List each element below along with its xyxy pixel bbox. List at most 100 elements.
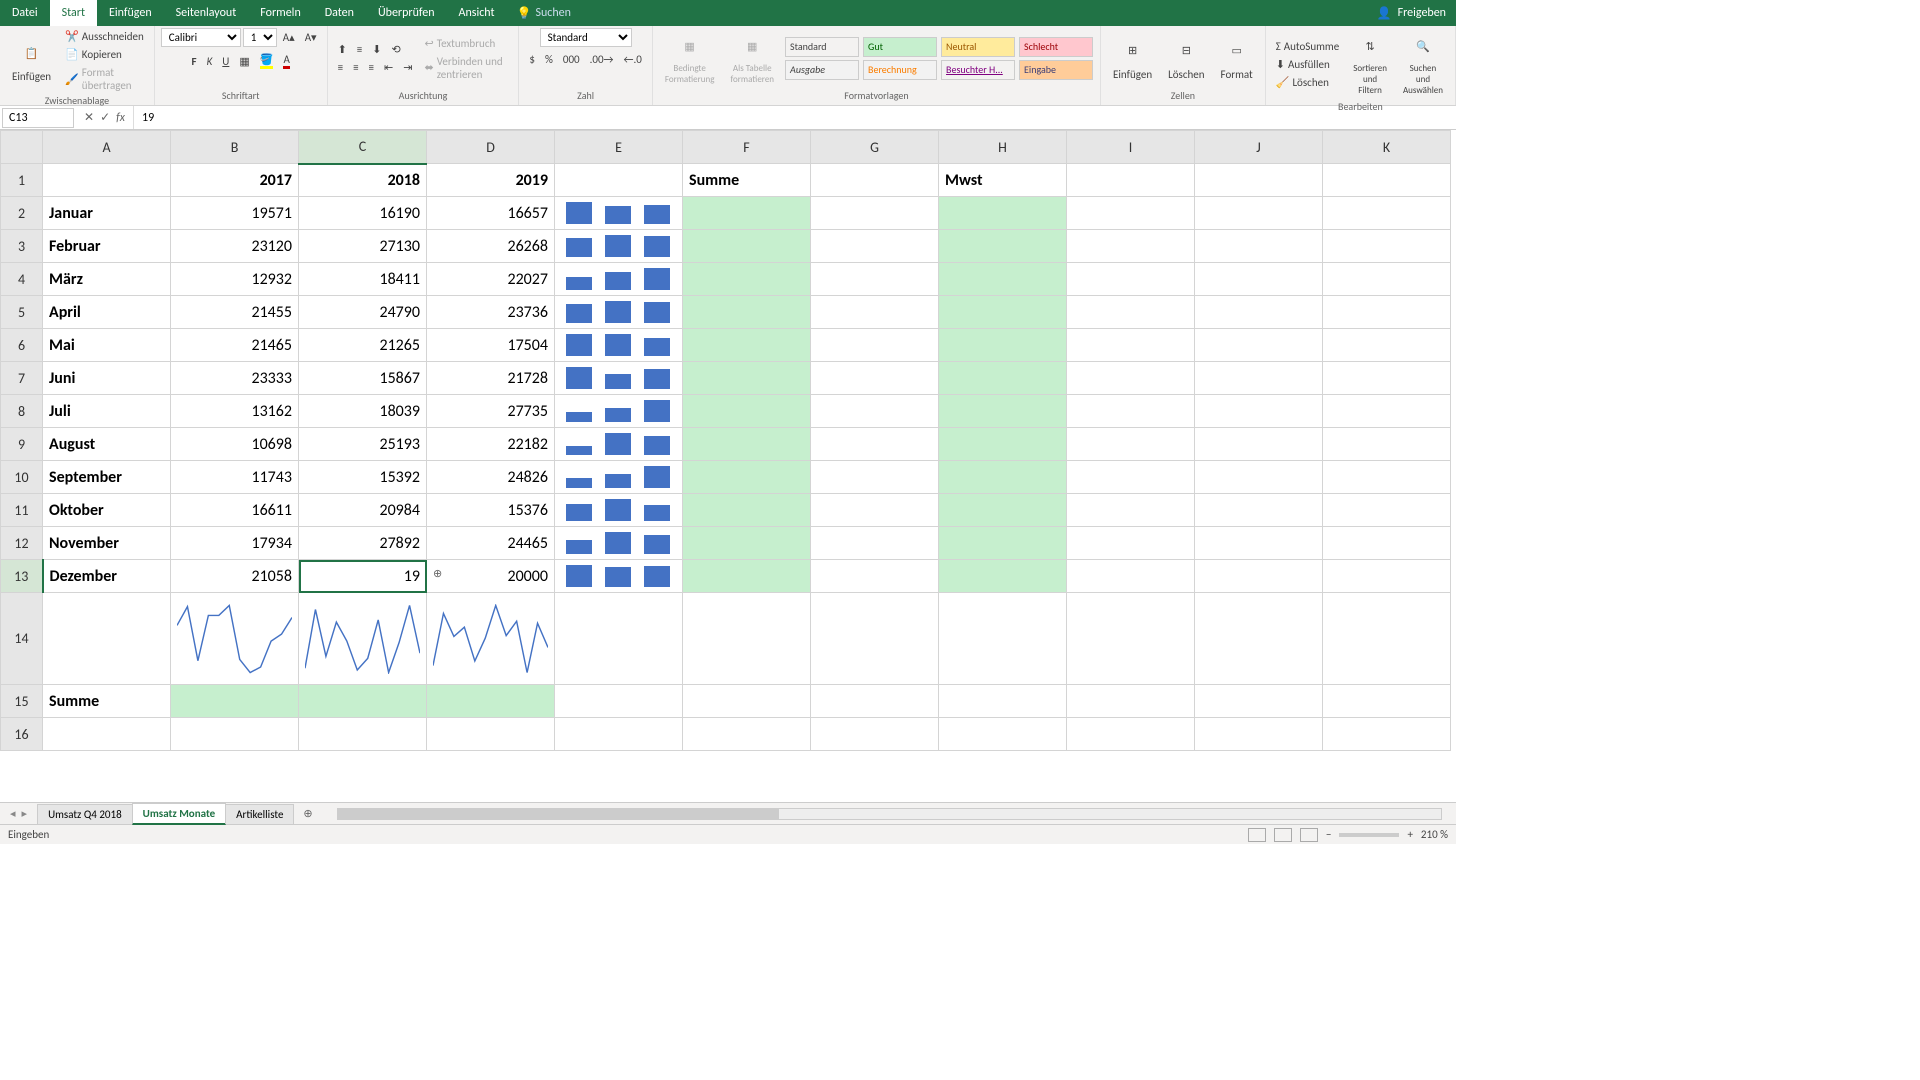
cell-C6[interactable]: 21265	[299, 329, 427, 362]
style-ausgabe[interactable]: Ausgabe	[785, 60, 859, 80]
cell-G12[interactable]	[811, 527, 939, 560]
cell-B6[interactable]: 21465	[171, 329, 299, 362]
row-header-14[interactable]: 14	[1, 593, 43, 685]
cell-F2[interactable]	[683, 197, 811, 230]
column-header-A[interactable]: A	[43, 131, 171, 164]
cell-F9[interactable]	[683, 428, 811, 461]
fill-color-button[interactable]: 🪣	[256, 51, 278, 71]
tab-formeln[interactable]: Formeln	[248, 0, 312, 26]
cell-E3[interactable]	[555, 230, 683, 263]
cell-F12[interactable]	[683, 527, 811, 560]
cell-E4[interactable]	[555, 263, 683, 296]
align-bottom-button[interactable]: ⬇	[368, 41, 385, 58]
align-middle-button[interactable]: ≡	[353, 41, 366, 58]
cell-G8[interactable]	[811, 395, 939, 428]
cell-C9[interactable]: 25193	[299, 428, 427, 461]
cell-E2[interactable]	[555, 197, 683, 230]
column-header-K[interactable]: K	[1323, 131, 1451, 164]
cell-F6[interactable]	[683, 329, 811, 362]
cell-D5[interactable]: 23736	[427, 296, 555, 329]
cell-D10[interactable]: 24826	[427, 461, 555, 494]
column-header-D[interactable]: D	[427, 131, 555, 164]
horizontal-scrollbar[interactable]	[337, 808, 1442, 820]
cell-F7[interactable]	[683, 362, 811, 395]
cell-H11[interactable]	[939, 494, 1067, 527]
cell-D4[interactable]: 22027	[427, 263, 555, 296]
cell-B4[interactable]: 12932	[171, 263, 299, 296]
merge-center-button[interactable]: ⬌Verbinden und zentrieren	[420, 53, 512, 83]
cell-A10[interactable]: September	[43, 461, 171, 494]
column-header-E[interactable]: E	[555, 131, 683, 164]
cell-B11[interactable]: 16611	[171, 494, 299, 527]
tab-seitenlayout[interactable]: Seitenlayout	[164, 0, 249, 26]
cell-A8[interactable]: Juli	[43, 395, 171, 428]
tell-me-search[interactable]: 💡 Suchen	[507, 6, 581, 21]
cell-B2[interactable]: 19571	[171, 197, 299, 230]
cell-A4[interactable]: März	[43, 263, 171, 296]
sheet-nav-first[interactable]: ◂	[10, 807, 16, 820]
formula-input[interactable]: 19	[134, 109, 1456, 127]
cell-C11[interactable]: 20984	[299, 494, 427, 527]
cell-C13[interactable]: 19	[299, 560, 427, 593]
autosum-button[interactable]: ΣAutoSumme	[1272, 38, 1343, 55]
cell-D12[interactable]: 24465	[427, 527, 555, 560]
cell-B3[interactable]: 23120	[171, 230, 299, 263]
align-top-button[interactable]: ⬆	[334, 41, 351, 58]
cell-A2[interactable]: Januar	[43, 197, 171, 230]
cell-G6[interactable]	[811, 329, 939, 362]
find-select-button[interactable]: 🔍Suchen und Auswählen	[1397, 28, 1449, 100]
delete-cells-button[interactable]: ⊟Löschen	[1162, 33, 1210, 85]
conditional-formatting-button[interactable]: ▦Bedingte Formatierung	[659, 28, 721, 89]
style-eingabe[interactable]: Eingabe	[1019, 60, 1093, 80]
clear-button[interactable]: 🧹Löschen	[1272, 74, 1343, 91]
number-format-select[interactable]: Standard	[540, 28, 632, 47]
cancel-edit-button[interactable]: ✕	[84, 110, 94, 125]
cell-D13[interactable]: ⊕ 20000	[427, 560, 555, 593]
row-header-9[interactable]: 9	[1, 428, 43, 461]
tab-einfuegen[interactable]: Einfügen	[97, 0, 164, 26]
cell-F11[interactable]	[683, 494, 811, 527]
cell-A11[interactable]: Oktober	[43, 494, 171, 527]
orientation-button[interactable]: ⟲	[388, 41, 405, 58]
column-header-C[interactable]: C	[299, 131, 427, 164]
cell-E10[interactable]	[555, 461, 683, 494]
cell-B12[interactable]: 17934	[171, 527, 299, 560]
cell-H2[interactable]	[939, 197, 1067, 230]
cut-button[interactable]: ✂️Ausschneiden	[61, 28, 148, 45]
bold-button[interactable]: F	[188, 53, 201, 70]
cell-D8[interactable]: 27735	[427, 395, 555, 428]
cell-H12[interactable]	[939, 527, 1067, 560]
style-berechnung[interactable]: Berechnung	[863, 60, 937, 80]
cell-C2[interactable]: 16190	[299, 197, 427, 230]
font-color-button[interactable]: A	[279, 51, 293, 71]
sort-filter-button[interactable]: ⇅Sortieren und Filtern	[1347, 28, 1393, 100]
cell-D11[interactable]: 15376	[427, 494, 555, 527]
cell-C14[interactable]	[299, 593, 427, 685]
column-header-G[interactable]: G	[811, 131, 939, 164]
cell-D15[interactable]	[427, 685, 555, 718]
border-button[interactable]: ▦	[235, 53, 253, 70]
cell-F13[interactable]	[683, 560, 811, 593]
cell-H13[interactable]	[939, 560, 1067, 593]
cell-F4[interactable]	[683, 263, 811, 296]
cell-E5[interactable]	[555, 296, 683, 329]
cell-E6[interactable]	[555, 329, 683, 362]
cell-E8[interactable]	[555, 395, 683, 428]
decrease-decimal-button[interactable]: ←.0	[620, 51, 646, 68]
cell-C4[interactable]: 18411	[299, 263, 427, 296]
sheet-tab-0[interactable]: Umsatz Q4 2018	[37, 804, 133, 824]
cell-A6[interactable]: Mai	[43, 329, 171, 362]
tab-start[interactable]: Start	[50, 0, 97, 26]
cell-B10[interactable]: 11743	[171, 461, 299, 494]
tab-ansicht[interactable]: Ansicht	[447, 0, 507, 26]
decrease-font-button[interactable]: A▾	[301, 29, 321, 46]
cell-B5[interactable]: 21455	[171, 296, 299, 329]
align-right-button[interactable]: ≡	[365, 59, 378, 76]
row-header-5[interactable]: 5	[1, 296, 43, 329]
cell-H3[interactable]	[939, 230, 1067, 263]
cell-H7[interactable]	[939, 362, 1067, 395]
row-header-2[interactable]: 2	[1, 197, 43, 230]
cell-A5[interactable]: April	[43, 296, 171, 329]
cell-B8[interactable]: 13162	[171, 395, 299, 428]
style-schlecht[interactable]: Schlecht	[1019, 37, 1093, 57]
